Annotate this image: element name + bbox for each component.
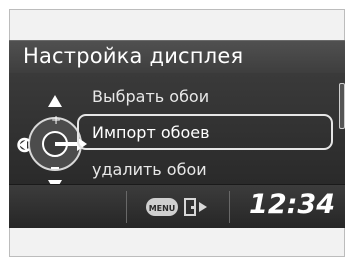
menu-item-import-wallpaper[interactable]: Импорт обоев: [92, 123, 210, 142]
status-bar: MENU 12:34: [9, 184, 345, 228]
page-title: Настройка дисплея: [23, 44, 244, 68]
display-screen: Настройка дисплея + Выбрать обои Импорт …: [9, 40, 345, 228]
title-bar: Настройка дисплея: [9, 41, 345, 73]
svg-text:+: +: [51, 113, 61, 127]
scrollbar[interactable]: [339, 83, 345, 129]
menu-button-label: MENU: [149, 204, 176, 213]
exit-door-icon: [184, 198, 207, 216]
status-divider: [126, 191, 127, 223]
menu-button-icon: MENU: [146, 198, 207, 216]
menu-item-select-wallpaper[interactable]: Выбрать обои: [92, 87, 209, 106]
menu-item-delete-wallpaper[interactable]: удалить обои: [92, 160, 207, 179]
arrow-up-icon: [48, 95, 62, 107]
back-arrow-icon: [17, 137, 30, 153]
status-divider: [229, 191, 230, 223]
clock: 12:34: [249, 189, 335, 220]
